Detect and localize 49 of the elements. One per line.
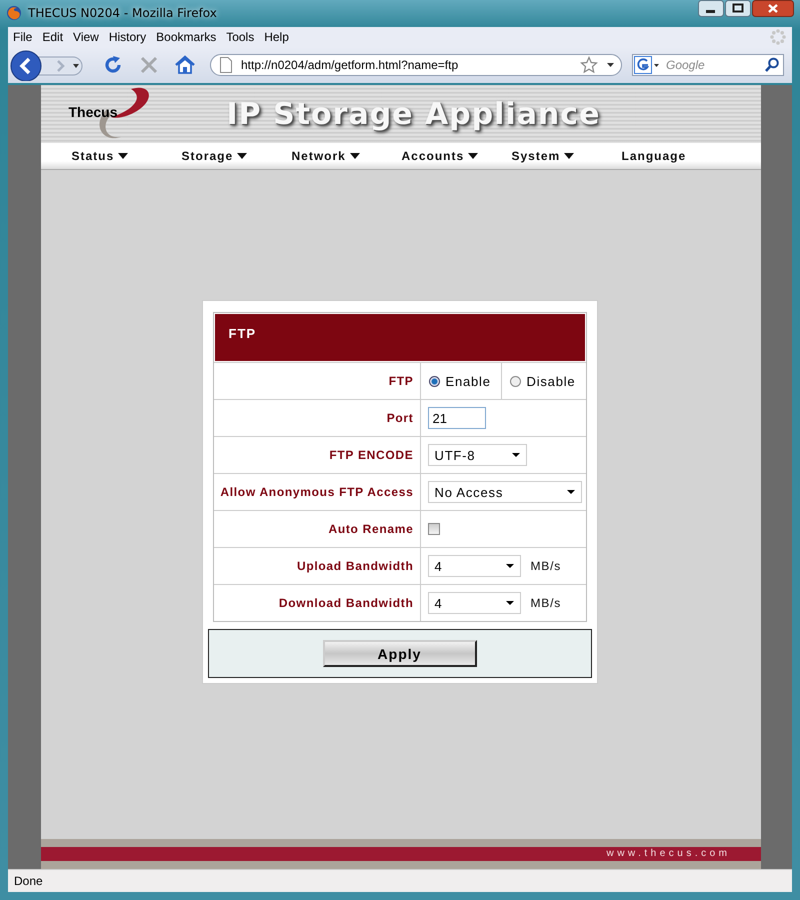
unit-label: MB/s xyxy=(530,559,562,573)
field-label: Upload Bandwidth xyxy=(214,548,420,584)
nav-menu-item[interactable]: System xyxy=(512,149,622,163)
dropdown[interactable]: 4 xyxy=(428,555,520,577)
throbber-icon xyxy=(770,29,786,45)
checkbox[interactable] xyxy=(428,523,440,535)
dropdown-icon[interactable] xyxy=(606,62,615,68)
status-text: Done xyxy=(14,874,43,888)
nav-menu-item[interactable]: Status xyxy=(72,149,182,163)
menu-item[interactable]: Bookmarks xyxy=(156,30,216,44)
field-label: Download Bandwidth xyxy=(214,585,420,621)
field-label: FTP xyxy=(214,363,420,399)
window-title: THECUS N0204 - Mozilla Firefox xyxy=(28,6,218,20)
dropdown[interactable]: UTF-8 xyxy=(428,444,526,466)
nav-menu-item[interactable]: Language xyxy=(622,149,732,163)
menu-item[interactable]: History xyxy=(108,30,146,44)
dropdown[interactable]: No Access xyxy=(428,481,582,503)
text-field[interactable]: 21 xyxy=(428,407,486,429)
menu-item[interactable]: Edit xyxy=(42,30,64,44)
field-label: Allow Anonymous FTP Access xyxy=(214,474,420,510)
menu-item[interactable]: Help xyxy=(264,30,289,44)
firefox-icon xyxy=(6,5,22,21)
banner-title: IP Storage Appliance xyxy=(226,96,600,132)
unit-label: MB/s xyxy=(530,596,562,610)
field-label: FTP ENCODE xyxy=(214,437,420,473)
page-icon xyxy=(219,57,233,73)
apply-button[interactable]: Apply xyxy=(322,640,476,667)
google-icon[interactable] xyxy=(633,55,661,75)
address-field[interactable]: http://n0204/adm/getform.html?name=ftp xyxy=(210,54,622,76)
menu-item[interactable]: File xyxy=(13,30,32,44)
search-icon[interactable] xyxy=(764,57,780,73)
radio-option[interactable]: Disable xyxy=(502,363,584,399)
field-label: Port xyxy=(214,400,420,436)
radio-option[interactable]: Enable xyxy=(420,363,502,399)
footer-bar: www.thecus.com xyxy=(40,839,760,869)
nav-menu-item[interactable]: Accounts xyxy=(402,149,512,163)
maximize-icon[interactable] xyxy=(725,0,751,17)
field-label: Auto Rename xyxy=(214,511,420,547)
home-icon[interactable] xyxy=(174,54,196,76)
minimize-icon[interactable] xyxy=(698,0,724,17)
menu-item[interactable]: View xyxy=(73,30,99,44)
star-icon[interactable] xyxy=(580,56,598,74)
nav-menu-item[interactable]: Storage xyxy=(182,149,292,163)
nav-menu-item[interactable]: Network xyxy=(292,149,402,163)
menu-item[interactable]: Tools xyxy=(226,30,254,44)
close-icon[interactable] xyxy=(752,0,794,17)
logo-text: Thecus xyxy=(68,104,118,120)
dropdown[interactable]: 4 xyxy=(428,592,520,614)
form-title-bar: FTP xyxy=(214,314,584,361)
